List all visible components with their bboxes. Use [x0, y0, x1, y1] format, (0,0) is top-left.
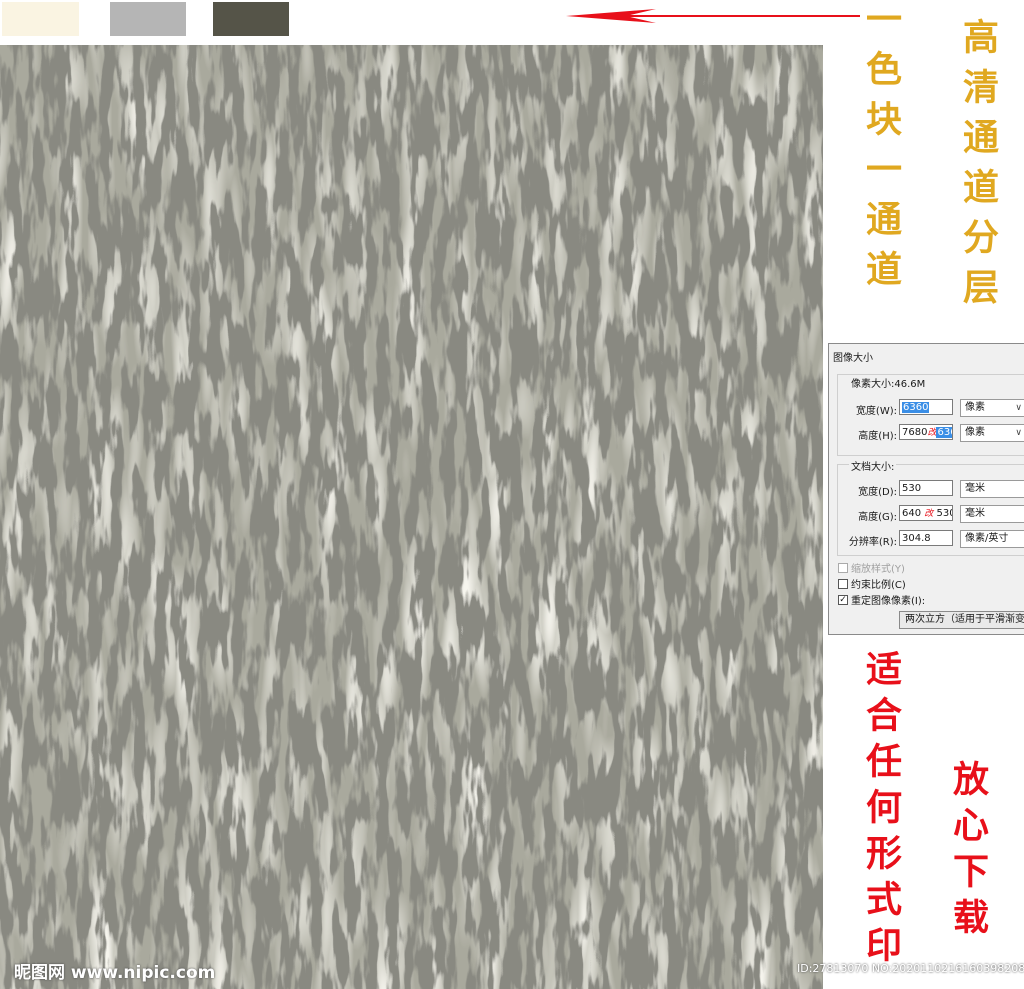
dialog-title: 图像大小 [833, 353, 873, 364]
color-swatch-light-gray [110, 2, 186, 36]
height-old-value: 7680 [902, 427, 928, 438]
scale-styles-label: 缩放样式(Y) [851, 564, 905, 575]
scale-styles-checkbox[interactable] [838, 562, 848, 573]
resolution-unit-select[interactable]: 像素/英寸 [960, 530, 1024, 548]
width-unit-select[interactable]: 像素 ∨ [960, 399, 1024, 417]
color-swatch-cream [2, 2, 79, 36]
doc-width-unit-select[interactable]: 毫米 [960, 480, 1024, 498]
resolution-input[interactable]: 304.8 [899, 530, 953, 546]
height-unit-select[interactable]: 像素 ∨ [960, 424, 1024, 442]
doc-height-old-value: 640 [902, 508, 922, 519]
resolution-value: 304.8 [902, 533, 931, 544]
doc-height-label: 高度(G): [858, 512, 897, 523]
document-size-label: 文档大小: [849, 458, 897, 473]
image-id-watermark: ID:27813070 NO:20201102161603982087 [797, 962, 1024, 975]
constrain-proportions-checkbox-row[interactable]: 约束比例(C) [838, 576, 906, 591]
texture-pattern [0, 45, 823, 989]
doc-height-unit-select[interactable]: 毫米 [960, 505, 1024, 523]
image-size-dialog: 图像大小 像素大小:46.6M 宽度(W): 6360 像素 ∨ 高度(H): … [828, 343, 1024, 635]
scale-styles-checkbox-row[interactable]: 缩放样式(Y) [838, 560, 905, 575]
resample-method-value: 两次立方（适用于平滑渐变 [905, 614, 1024, 625]
doc-width-input[interactable]: 530 [899, 480, 953, 496]
resample-checkbox[interactable]: ✓ [838, 594, 848, 605]
doc-width-label: 宽度(D): [858, 487, 897, 498]
chevron-down-icon: ∨ [1015, 403, 1022, 413]
resample-label: 重定图像像素(I): [851, 596, 926, 607]
resample-checkbox-row[interactable]: ✓ 重定图像像素(I): [838, 592, 925, 607]
resample-method-select[interactable]: 两次立方（适用于平滑渐变 [899, 611, 1024, 629]
caption-one-swatch-one-channel: 一色块一通道 [860, 0, 902, 300]
nipic-watermark: 昵图网 www.nipic.com [14, 963, 216, 983]
doc-height-unit-value: 毫米 [965, 508, 985, 519]
caption-hd-channel-layers: 高清通道分层 [957, 18, 999, 318]
left-arrow-icon [566, 9, 860, 23]
cracked-bark-texture-image [0, 45, 823, 989]
color-swatch-dark-olive [213, 2, 289, 36]
chevron-down-icon: ∨ [1015, 428, 1022, 438]
height-new-value: 6360 [936, 427, 952, 438]
caption-fits-any-print: 适合任何形式印 [860, 650, 902, 972]
edit-mark: 改 [924, 509, 934, 519]
caption-download-confidently: 放心下载 [947, 760, 989, 944]
height-input[interactable]: 7680改6360 [899, 424, 953, 440]
width-label: 宽度(W): [855, 406, 897, 417]
height-label: 高度(H): [858, 431, 897, 442]
constrain-proportions-label: 约束比例(C) [851, 580, 906, 591]
doc-height-new-value: 530 [936, 508, 952, 519]
resolution-unit-value: 像素/英寸 [965, 533, 1009, 544]
doc-width-value: 530 [902, 483, 922, 494]
width-input[interactable]: 6360 [899, 399, 953, 415]
pixel-dimensions-label: 像素大小:46.6M [849, 375, 928, 390]
constrain-proportions-checkbox[interactable] [838, 578, 848, 589]
width-value: 6360 [902, 402, 930, 413]
height-unit-value: 像素 [965, 427, 985, 438]
doc-height-input[interactable]: 640 改 530 [899, 505, 953, 521]
resolution-label: 分辨率(R): [848, 537, 897, 548]
doc-width-unit-value: 毫米 [965, 483, 985, 494]
width-unit-value: 像素 [965, 402, 985, 413]
